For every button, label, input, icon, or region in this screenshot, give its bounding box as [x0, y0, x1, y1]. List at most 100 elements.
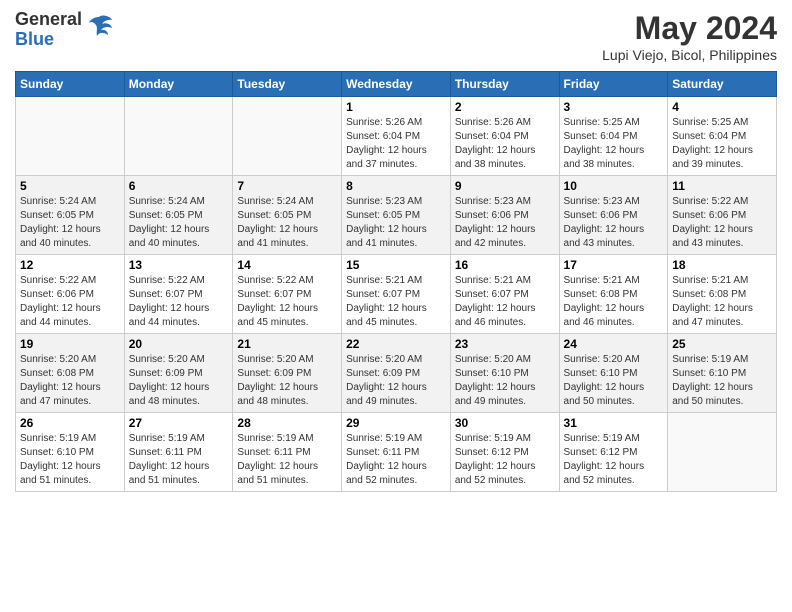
calendar-cell: 22 Sunrise: 5:20 AM Sunset: 6:09 PM Dayli… [342, 334, 451, 413]
day-number: 29 [346, 416, 446, 430]
day-number: 18 [672, 258, 772, 272]
day-info: Sunrise: 5:21 AM Sunset: 6:07 PM Dayligh… [346, 274, 446, 330]
day-number: 30 [455, 416, 555, 430]
calendar-cell: 15 Sunrise: 5:21 AM Sunset: 6:07 PM Dayli… [342, 255, 451, 334]
calendar-cell: 26 Sunrise: 5:19 AM Sunset: 6:10 PM Dayli… [16, 413, 125, 492]
day-info: Sunrise: 5:23 AM Sunset: 6:06 PM Dayligh… [455, 195, 555, 251]
day-info: Sunrise: 5:20 AM Sunset: 6:10 PM Dayligh… [564, 353, 664, 409]
day-number: 11 [672, 179, 772, 193]
day-number: 24 [564, 337, 664, 351]
header-friday: Friday [559, 72, 668, 97]
day-info: Sunrise: 5:19 AM Sunset: 6:10 PM Dayligh… [672, 353, 772, 409]
page-subtitle: Lupi Viejo, Bicol, Philippines [602, 47, 777, 63]
calendar-cell [124, 97, 233, 176]
header-thursday: Thursday [450, 72, 559, 97]
day-info: Sunrise: 5:25 AM Sunset: 6:04 PM Dayligh… [564, 116, 664, 172]
day-info: Sunrise: 5:22 AM Sunset: 6:07 PM Dayligh… [237, 274, 337, 330]
day-info: Sunrise: 5:26 AM Sunset: 6:04 PM Dayligh… [346, 116, 446, 172]
calendar-cell: 16Sunrise: 5:21 AM Sunset: 6:07 PM Dayli… [450, 255, 559, 334]
calendar-cell: 8 Sunrise: 5:23 AM Sunset: 6:05 PM Daylig… [342, 176, 451, 255]
calendar-cell: 20 Sunrise: 5:20 AM Sunset: 6:09 PM Dayli… [124, 334, 233, 413]
calendar-week-row: 26 Sunrise: 5:19 AM Sunset: 6:10 PM Dayli… [16, 413, 777, 492]
day-number: 2 [455, 100, 555, 114]
calendar-cell [16, 97, 125, 176]
calendar-cell: 9 Sunrise: 5:23 AM Sunset: 6:06 PM Daylig… [450, 176, 559, 255]
calendar-cell: 6Sunrise: 5:24 AM Sunset: 6:05 PM Daylig… [124, 176, 233, 255]
logo-general: General [15, 10, 82, 30]
day-info: Sunrise: 5:20 AM Sunset: 6:09 PM Dayligh… [129, 353, 229, 409]
logo: General Blue [15, 10, 114, 50]
day-info: Sunrise: 5:19 AM Sunset: 6:12 PM Dayligh… [455, 432, 555, 488]
day-number: 8 [346, 179, 446, 193]
day-info: Sunrise: 5:26 AM Sunset: 6:04 PM Dayligh… [455, 116, 555, 172]
calendar-header-row: SundayMondayTuesdayWednesdayThursdayFrid… [16, 72, 777, 97]
calendar-cell: 30 Sunrise: 5:19 AM Sunset: 6:12 PM Dayli… [450, 413, 559, 492]
calendar-week-row: 19 Sunrise: 5:20 AM Sunset: 6:08 PM Dayli… [16, 334, 777, 413]
day-number: 4 [672, 100, 772, 114]
calendar-cell: 17Sunrise: 5:21 AM Sunset: 6:08 PM Dayli… [559, 255, 668, 334]
header-tuesday: Tuesday [233, 72, 342, 97]
day-number: 23 [455, 337, 555, 351]
day-number: 21 [237, 337, 337, 351]
header-monday: Monday [124, 72, 233, 97]
day-number: 7 [237, 179, 337, 193]
day-number: 25 [672, 337, 772, 351]
calendar-cell: 4Sunrise: 5:25 AM Sunset: 6:04 PM Daylig… [668, 97, 777, 176]
day-info: Sunrise: 5:24 AM Sunset: 6:05 PM Dayligh… [20, 195, 120, 251]
day-info: Sunrise: 5:21 AM Sunset: 6:07 PM Dayligh… [455, 274, 555, 330]
day-info: Sunrise: 5:19 AM Sunset: 6:11 PM Dayligh… [346, 432, 446, 488]
calendar-cell: 29 Sunrise: 5:19 AM Sunset: 6:11 PM Dayli… [342, 413, 451, 492]
calendar-week-row: 12 Sunrise: 5:22 AM Sunset: 6:06 PM Dayli… [16, 255, 777, 334]
page-header: General Blue May 2024 Lupi Viejo, Bicol,… [15, 10, 777, 63]
calendar-cell: 5 Sunrise: 5:24 AM Sunset: 6:05 PM Daylig… [16, 176, 125, 255]
day-info: Sunrise: 5:22 AM Sunset: 6:07 PM Dayligh… [129, 274, 229, 330]
calendar-cell: 3 Sunrise: 5:25 AM Sunset: 6:04 PM Daylig… [559, 97, 668, 176]
day-info: Sunrise: 5:21 AM Sunset: 6:08 PM Dayligh… [672, 274, 772, 330]
day-info: Sunrise: 5:20 AM Sunset: 6:10 PM Dayligh… [455, 353, 555, 409]
day-info: Sunrise: 5:24 AM Sunset: 6:05 PM Dayligh… [237, 195, 337, 251]
page-title: May 2024 [602, 10, 777, 47]
day-number: 15 [346, 258, 446, 272]
day-number: 22 [346, 337, 446, 351]
day-number: 10 [564, 179, 664, 193]
day-info: Sunrise: 5:22 AM Sunset: 6:06 PM Dayligh… [20, 274, 120, 330]
day-number: 12 [20, 258, 120, 272]
calendar-cell: 2 Sunrise: 5:26 AM Sunset: 6:04 PM Daylig… [450, 97, 559, 176]
day-number: 5 [20, 179, 120, 193]
day-info: Sunrise: 5:19 AM Sunset: 6:11 PM Dayligh… [129, 432, 229, 488]
calendar-table: SundayMondayTuesdayWednesdayThursdayFrid… [15, 71, 777, 492]
day-info: Sunrise: 5:19 AM Sunset: 6:10 PM Dayligh… [20, 432, 120, 488]
calendar-cell: 13Sunrise: 5:22 AM Sunset: 6:07 PM Dayli… [124, 255, 233, 334]
day-info: Sunrise: 5:23 AM Sunset: 6:05 PM Dayligh… [346, 195, 446, 251]
header-saturday: Saturday [668, 72, 777, 97]
day-number: 20 [129, 337, 229, 351]
calendar-cell: 1 Sunrise: 5:26 AM Sunset: 6:04 PM Daylig… [342, 97, 451, 176]
calendar-cell: 19 Sunrise: 5:20 AM Sunset: 6:08 PM Dayli… [16, 334, 125, 413]
day-info: Sunrise: 5:21 AM Sunset: 6:08 PM Dayligh… [564, 274, 664, 330]
day-number: 28 [237, 416, 337, 430]
title-block: May 2024 Lupi Viejo, Bicol, Philippines [602, 10, 777, 63]
calendar-cell: 10Sunrise: 5:23 AM Sunset: 6:06 PM Dayli… [559, 176, 668, 255]
day-info: Sunrise: 5:20 AM Sunset: 6:09 PM Dayligh… [346, 353, 446, 409]
day-number: 19 [20, 337, 120, 351]
calendar-cell: 21Sunrise: 5:20 AM Sunset: 6:09 PM Dayli… [233, 334, 342, 413]
day-info: Sunrise: 5:20 AM Sunset: 6:08 PM Dayligh… [20, 353, 120, 409]
day-number: 9 [455, 179, 555, 193]
day-number: 3 [564, 100, 664, 114]
day-number: 31 [564, 416, 664, 430]
day-number: 26 [20, 416, 120, 430]
day-info: Sunrise: 5:22 AM Sunset: 6:06 PM Dayligh… [672, 195, 772, 251]
day-info: Sunrise: 5:24 AM Sunset: 6:05 PM Dayligh… [129, 195, 229, 251]
calendar-cell: 12 Sunrise: 5:22 AM Sunset: 6:06 PM Dayli… [16, 255, 125, 334]
bird-icon [84, 12, 114, 48]
header-sunday: Sunday [16, 72, 125, 97]
calendar-cell: 24 Sunrise: 5:20 AM Sunset: 6:10 PM Dayli… [559, 334, 668, 413]
day-number: 14 [237, 258, 337, 272]
day-number: 1 [346, 100, 446, 114]
calendar-week-row: 5 Sunrise: 5:24 AM Sunset: 6:05 PM Daylig… [16, 176, 777, 255]
calendar-cell: 25 Sunrise: 5:19 AM Sunset: 6:10 PM Dayli… [668, 334, 777, 413]
calendar-cell: 31Sunrise: 5:19 AM Sunset: 6:12 PM Dayli… [559, 413, 668, 492]
calendar-cell: 11 Sunrise: 5:22 AM Sunset: 6:06 PM Dayli… [668, 176, 777, 255]
calendar-cell: 23 Sunrise: 5:20 AM Sunset: 6:10 PM Dayli… [450, 334, 559, 413]
calendar-cell: 7 Sunrise: 5:24 AM Sunset: 6:05 PM Daylig… [233, 176, 342, 255]
